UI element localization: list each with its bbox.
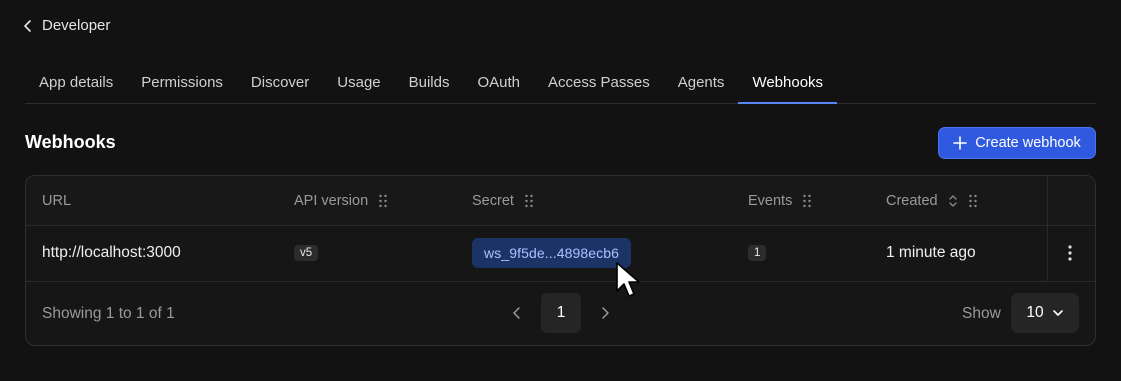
tab-agents[interactable]: Agents bbox=[664, 66, 739, 103]
drag-handle-icon[interactable] bbox=[378, 194, 388, 208]
drag-handle-icon[interactable] bbox=[968, 194, 978, 208]
tab-bar: App details Permissions Discover Usage B… bbox=[25, 66, 1096, 104]
showing-count: Showing 1 to 1 of 1 bbox=[42, 305, 175, 322]
table-header: URL API version Secret Events Created bbox=[26, 176, 1095, 226]
tab-access-passes[interactable]: Access Passes bbox=[534, 66, 664, 103]
row-actions[interactable] bbox=[1068, 225, 1072, 281]
tab-permissions[interactable]: Permissions bbox=[127, 66, 237, 103]
chevron-left-icon bbox=[24, 19, 31, 32]
cell-created: 1 minute ago bbox=[886, 244, 976, 261]
table-row[interactable]: http://localhost:3000 v5 ws_9f5de...4898… bbox=[26, 225, 1095, 282]
page-size-label: Show bbox=[962, 305, 1001, 322]
cell-url: http://localhost:3000 bbox=[42, 244, 181, 261]
column-label-secret: Secret bbox=[472, 193, 514, 209]
chevron-down-icon bbox=[1052, 310, 1063, 316]
api-version-badge: v5 bbox=[294, 245, 319, 261]
drag-handle-icon[interactable] bbox=[802, 194, 812, 208]
section-title: Webhooks bbox=[25, 132, 116, 152]
more-vertical-icon[interactable] bbox=[1068, 245, 1072, 261]
cell-secret: ws_9f5de...4898ecb6 bbox=[472, 225, 632, 281]
cell-events: 1 bbox=[748, 225, 767, 281]
plus-icon bbox=[953, 136, 968, 150]
tab-oauth[interactable]: OAuth bbox=[463, 66, 534, 103]
create-webhook-button[interactable]: Create webhook bbox=[938, 127, 1096, 159]
column-label-events: Events bbox=[748, 193, 793, 209]
drag-handle-icon[interactable] bbox=[524, 194, 534, 208]
create-webhook-label: Create webhook bbox=[975, 135, 1081, 151]
column-header-created[interactable]: Created bbox=[886, 193, 978, 209]
tab-app-details[interactable]: App details bbox=[25, 66, 127, 103]
column-header-url[interactable]: URL bbox=[42, 193, 71, 209]
tab-usage[interactable]: Usage bbox=[323, 66, 394, 103]
next-page-icon[interactable] bbox=[598, 306, 612, 320]
back-label: Developer bbox=[42, 17, 111, 34]
back-link[interactable]: Developer bbox=[22, 17, 110, 34]
table-footer: Showing 1 to 1 of 1 1 Show 10 bbox=[26, 281, 1095, 345]
page-size-select[interactable]: 10 bbox=[1011, 293, 1079, 333]
sort-icon[interactable] bbox=[948, 194, 958, 208]
previous-page-icon[interactable] bbox=[510, 306, 524, 320]
column-label-api-version: API version bbox=[294, 193, 369, 209]
column-header-secret[interactable]: Secret bbox=[472, 193, 534, 209]
cell-api-version: v5 bbox=[294, 225, 319, 281]
webhooks-page: Developer App details Permissions Discov… bbox=[0, 0, 1121, 381]
secret-value[interactable]: ws_9f5de...4898ecb6 bbox=[472, 238, 632, 268]
events-count-badge: 1 bbox=[748, 245, 767, 261]
webhooks-table: URL API version Secret Events Created ht… bbox=[25, 175, 1096, 346]
page-number-button[interactable]: 1 bbox=[541, 293, 581, 333]
column-header-api-version[interactable]: API version bbox=[294, 193, 388, 209]
column-header-events[interactable]: Events bbox=[748, 193, 812, 209]
column-label-url: URL bbox=[42, 193, 72, 209]
tab-builds[interactable]: Builds bbox=[395, 66, 464, 103]
column-label-created: Created bbox=[886, 193, 938, 209]
page-size-value: 10 bbox=[1026, 304, 1044, 321]
tab-webhooks[interactable]: Webhooks bbox=[738, 66, 837, 104]
tab-discover[interactable]: Discover bbox=[237, 66, 323, 103]
